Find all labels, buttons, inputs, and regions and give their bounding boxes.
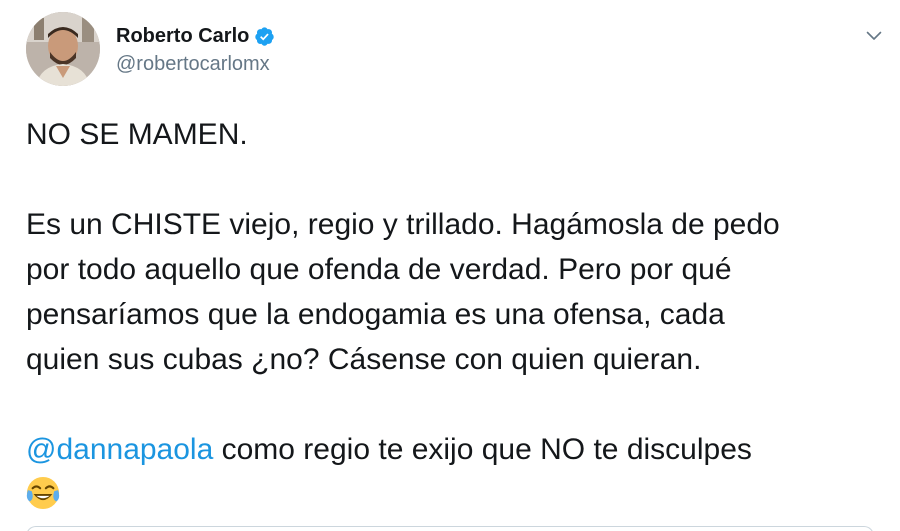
tweet-line: Es un CHISTE viejo, regio y trillado. Ha… (26, 208, 780, 241)
tweet-line: por todo aquello que ofenda de verdad. P… (26, 253, 732, 286)
tweet-header: Roberto Carlo @robertocarlomx (26, 12, 886, 88)
avatar[interactable] (26, 12, 100, 86)
tweet-line: pensaríamos que la endogamia es una ofen… (26, 298, 725, 331)
tweet-mention-line: @dannapaola como regio te exijo que NO t… (26, 427, 886, 472)
tweet-menu-button[interactable] (862, 24, 886, 48)
author-names: Roberto Carlo @robertocarlomx (116, 24, 275, 76)
chevron-down-icon (866, 31, 882, 40)
mention-rest-text: como regio te exijo que NO te disculpes (213, 433, 752, 466)
author-handle[interactable]: @robertocarlomx (116, 52, 275, 76)
profile-photo-icon (26, 12, 100, 86)
display-name-row: Roberto Carlo (116, 24, 275, 48)
tweet-emoji-line (26, 472, 886, 517)
tweet-card: Roberto Carlo @robertocarlomx NO SE MAME… (0, 0, 900, 531)
verified-badge-icon (254, 26, 275, 47)
tweet-text: NO SE MAMEN. Es un CHISTE viejo, regio y… (26, 112, 886, 517)
tweet-line: quien sus cubas ¿no? Cásense con quien q… (26, 343, 702, 376)
face-with-tears-of-joy-icon (26, 476, 60, 510)
tweet-line: NO SE MAMEN. (26, 118, 248, 151)
display-name[interactable]: Roberto Carlo (116, 24, 249, 48)
mention-link[interactable]: @dannapaola (26, 433, 213, 466)
quoted-card-edge (26, 526, 874, 531)
